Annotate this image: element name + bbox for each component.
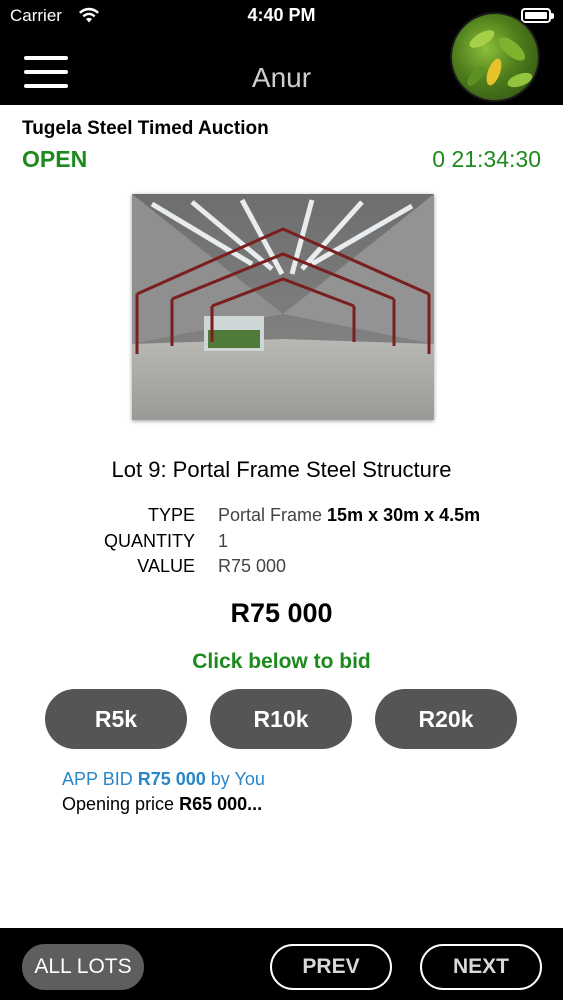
spec-value: 1 — [218, 530, 229, 551]
bid-button-5k[interactable]: R5k — [45, 689, 187, 749]
bid-button-20k[interactable]: R20k — [375, 689, 517, 749]
avatar[interactable] — [450, 12, 540, 102]
footer-nav: ALL LOTS PREV NEXT — [0, 928, 563, 1000]
spec-value: Portal Frame 15m x 30m x 4.5m — [218, 505, 481, 525]
last-bid-line: APP BID R75 000 by You — [62, 769, 265, 789]
lot-image[interactable] — [132, 194, 434, 420]
spec-row-value: VALUE R75 000 — [0, 556, 563, 582]
lot-title: Lot 9: Portal Frame Steel Structure — [111, 457, 452, 482]
spec-key: VALUE — [137, 556, 195, 576]
auction-status: OPEN — [22, 146, 88, 172]
spec-row-type: TYPE Portal Frame 15m x 30m x 4.5m — [0, 505, 563, 531]
bid-prompt: Click below to bid — [192, 650, 371, 673]
current-price: R75 000 — [230, 598, 333, 628]
bid-log: APP BID R75 000 by You Opening price R65… — [62, 767, 265, 817]
next-button[interactable]: NEXT — [420, 944, 542, 990]
lot-specs: TYPE Portal Frame 15m x 30m x 4.5m QUANT… — [0, 505, 563, 582]
countdown-timer: 0 21:34:30 — [432, 146, 541, 172]
opening-price-line: Opening price R65 000... — [62, 794, 263, 814]
spec-key: QUANTITY — [103, 530, 195, 551]
spec-value: R75 000 — [218, 556, 287, 576]
auction-name: Tugela Steel Timed Auction — [22, 118, 269, 139]
all-lots-button[interactable]: ALL LOTS — [22, 944, 144, 990]
prev-button[interactable]: PREV — [270, 944, 392, 990]
spec-key: TYPE — [147, 505, 195, 525]
bid-button-10k[interactable]: R10k — [210, 689, 352, 749]
spec-row-quantity: QUANTITY 1 — [0, 531, 563, 557]
battery-icon — [521, 8, 554, 23]
